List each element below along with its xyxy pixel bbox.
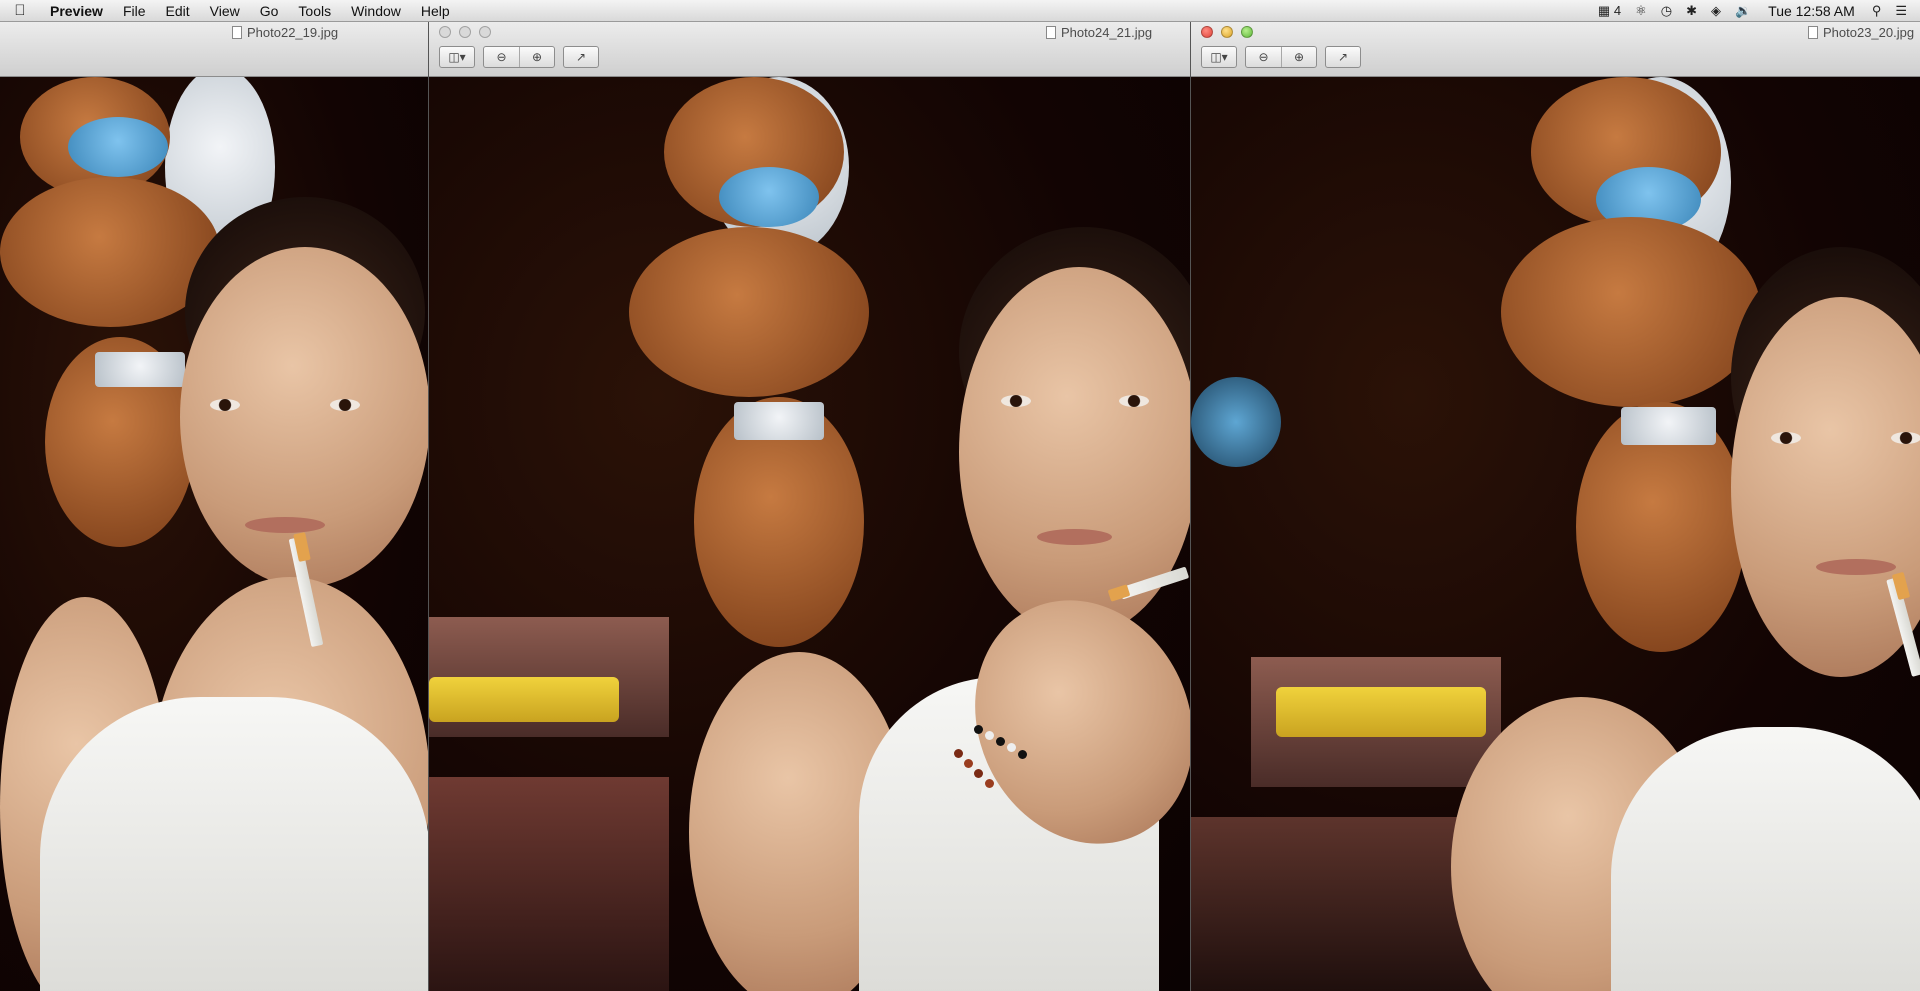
zoom-button[interactable] <box>1241 26 1253 38</box>
minimize-button[interactable] <box>1221 26 1233 38</box>
close-button[interactable] <box>439 26 451 38</box>
document-icon <box>232 26 242 39</box>
window-title: Photo24_21.jpg <box>1046 25 1152 40</box>
preview-window-photo24: ◫▾ ⊖ ⊕ ↗ Photo24_21.jpg <box>428 22 1190 991</box>
bluetooth-icon[interactable]: ✱ <box>1679 0 1704 22</box>
zoom-out-icon[interactable]: ⊖ <box>1246 47 1281 67</box>
window-title-text: Photo23_20.jpg <box>1823 25 1915 40</box>
sidebar-toggle-icon: ◫▾ <box>1210 50 1228 64</box>
document-icon <box>1808 26 1818 39</box>
window-title: Photo22_19.jpg <box>232 25 338 40</box>
menu-file[interactable]: File <box>113 0 156 22</box>
menu-tools[interactable]: Tools <box>288 0 341 22</box>
preview-window-photo22: Photo22_19.jpg <box>0 22 428 991</box>
share-icon: ↗ <box>1337 50 1349 64</box>
window-controls <box>1201 26 1253 38</box>
share-button[interactable]: ↗ <box>1325 46 1361 68</box>
share-icon: ↗ <box>575 50 587 64</box>
menu-edit[interactable]: Edit <box>156 0 200 22</box>
menu-help[interactable]: Help <box>411 0 460 22</box>
zoom-button-group: ⊖ ⊕ <box>1245 46 1317 68</box>
menu-bar:  Preview File Edit View Go Tools Window… <box>0 0 1920 22</box>
window-toolbar: ◫▾ ⊖ ⊕ ↗ <box>1201 46 1361 68</box>
photo-image <box>1191 77 1920 991</box>
preview-window-photo23: ◫▾ ⊖ ⊕ ↗ Photo23_20.jpg <box>1190 22 1920 991</box>
status-area: ▦ 4 ⚛ ◷ ✱ ◈ 🔉 Tue 12:58 AM ⚲ ☰ <box>1591 0 1920 22</box>
apple-icon[interactable]:  <box>0 2 40 19</box>
notification-center-icon[interactable]: ☰ <box>1888 0 1914 22</box>
close-button[interactable] <box>1201 26 1213 38</box>
sidebar-toggle-icon: ◫▾ <box>448 50 466 64</box>
window-titlebar[interactable]: ◫▾ ⊖ ⊕ ↗ Photo23_20.jpg <box>1191 22 1920 77</box>
input-menu-count: 4 <box>1613 2 1622 18</box>
window-titlebar[interactable]: Photo22_19.jpg <box>0 22 428 77</box>
minimize-button[interactable] <box>459 26 471 38</box>
share-button[interactable]: ↗ <box>563 46 599 68</box>
window-controls <box>439 26 491 38</box>
time-machine-icon[interactable]: ◷ <box>1654 0 1679 22</box>
sidebar-toggle-button[interactable]: ◫▾ <box>1201 46 1237 68</box>
window-titlebar[interactable]: ◫▾ ⊖ ⊕ ↗ Photo24_21.jpg <box>429 22 1190 77</box>
menu-app-preview[interactable]: Preview <box>40 0 113 22</box>
zoom-out-icon[interactable]: ⊖ <box>484 47 519 67</box>
window-title-text: Photo24_21.jpg <box>1061 25 1153 40</box>
photo-image <box>429 77 1190 991</box>
zoom-in-icon[interactable]: ⊕ <box>1281 47 1316 67</box>
zoom-in-icon[interactable]: ⊕ <box>519 47 554 67</box>
spotlight-search-icon[interactable]: ⚲ <box>1865 0 1889 22</box>
window-toolbar: ◫▾ ⊖ ⊕ ↗ <box>439 46 599 68</box>
photo-image <box>0 77 428 991</box>
sidebar-toggle-button[interactable]: ◫▾ <box>439 46 475 68</box>
document-icon <box>1046 26 1056 39</box>
menu-go[interactable]: Go <box>250 0 289 22</box>
zoom-button-group: ⊖ ⊕ <box>483 46 555 68</box>
wifi-icon[interactable]: ◈ <box>1704 0 1728 22</box>
creative-cloud-icon[interactable]: ⚛ <box>1628 0 1654 22</box>
volume-icon[interactable]: 🔉 <box>1728 0 1758 22</box>
menu-clock[interactable]: Tue 12:58 AM <box>1758 0 1865 22</box>
menu-window[interactable]: Window <box>341 0 411 22</box>
input-menu-icon[interactable]: ▦ 4 <box>1591 0 1628 22</box>
zoom-button[interactable] <box>479 26 491 38</box>
window-title-text: Photo22_19.jpg <box>247 25 339 40</box>
window-title: Photo23_20.jpg <box>1808 25 1914 40</box>
menu-view[interactable]: View <box>200 0 250 22</box>
